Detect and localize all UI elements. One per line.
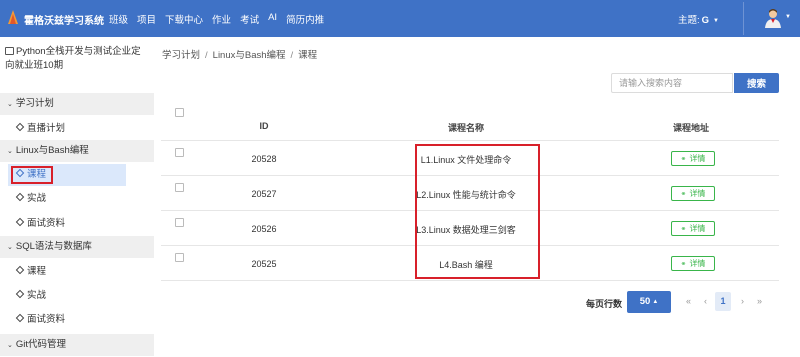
diamond-icon [15,289,25,299]
table-header: ID 课程名称 课程地址 [161,105,779,141]
nav-item-class[interactable]: 班级 [109,12,128,26]
chevron-down-icon: ⌄ [7,148,13,155]
theme-label: 主题: [678,15,700,26]
next-page-button[interactable]: › [741,296,744,306]
sidebar-item-linux-practice[interactable]: 实战 [0,188,154,210]
row-checkbox[interactable] [175,183,184,192]
detail-button[interactable]: ⚭ 详情 [671,151,715,166]
nav-item-homework[interactable]: 作业 [212,12,231,26]
last-page-button[interactable]: » [757,296,762,306]
breadcrumb-item: 课程 [298,50,318,61]
breadcrumb-item[interactable]: 学习计划 [162,50,200,61]
nav-item-exam[interactable]: 考试 [240,12,259,26]
rows-per-page-label: 每页行数 [586,299,623,309]
column-header-name: 课程名称 [447,123,484,133]
avatar[interactable] [764,8,782,28]
theme-value: G [701,15,710,26]
detail-button[interactable]: ⚭ 详情 [671,221,715,236]
nav-item-project[interactable]: 项目 [137,12,156,26]
row-checkbox[interactable] [175,218,184,227]
chevron-down-icon: ⌄ [7,244,13,251]
link-icon: ⚭ [680,261,687,268]
sidebar-item-live-plan[interactable]: 直播计划 [0,118,154,140]
detail-button[interactable]: ⚭ 详情 [671,186,715,201]
diamond-icon [15,122,25,132]
search-button[interactable]: 搜索 [734,73,779,93]
current-page-button[interactable]: 1 [715,292,731,311]
row-checkbox[interactable] [175,253,184,262]
column-header-id: ID [259,121,269,131]
column-header-address: 课程地址 [672,123,709,133]
rows-per-page-select[interactable]: 50 ▲ [627,291,671,313]
row-checkbox[interactable] [175,148,184,157]
row-id: 20525 [251,259,277,269]
diamond-icon [15,192,25,202]
chevron-up-icon: ▲ [652,299,659,305]
breadcrumb-item[interactable]: Linux与Bash编程 [213,50,286,61]
sidebar-item-linux-interview[interactable]: 面试资料 [0,213,154,235]
sidebar-item-sql-course[interactable]: 课程 [0,261,154,283]
first-page-button[interactable]: « [686,296,691,306]
row-id: 20527 [251,189,277,199]
chevron-down-icon: ⌄ [7,101,13,108]
sidebar-item-sql-interview[interactable]: 面试资料 [0,309,154,331]
nav-item-resume[interactable]: 简历内推 [286,12,324,26]
sidebar-group-study-plan[interactable]: ⌄ 学习计划 [0,93,154,115]
user-menu-chevron-icon[interactable]: ▼ [785,14,791,20]
sidebar-group-linux-bash[interactable]: ⌄ Linux与Bash编程 [0,140,154,162]
prev-page-button[interactable]: ‹ [704,296,707,306]
search-input[interactable] [611,73,733,93]
diamond-icon [15,217,25,227]
sidebar-group-sql[interactable]: ⌄ SQL语法与数据库 [0,236,154,258]
link-icon: ⚭ [680,226,687,233]
sidebar-item-sql-practice[interactable]: 实战 [0,285,154,307]
divider [743,2,744,35]
nav-item-ai[interactable]: AI [268,12,277,26]
top-navbar: 霍格沃兹学习系统 班级 项目 下载中心 作业 考试 AI 简历内推 主题: G ▼ … [0,0,800,37]
diamond-icon [15,265,25,275]
brand-name[interactable]: 霍格沃兹学习系统 [24,12,104,27]
link-icon: ⚭ [680,191,687,198]
highlight-annotation [11,166,53,184]
nav-item-download-center[interactable]: 下载中心 [165,12,203,26]
theme-switcher[interactable]: 主题: G ▼ [678,12,719,26]
course-icon [5,47,14,55]
chevron-down-icon: ▼ [713,18,719,24]
row-id: 20528 [251,154,277,164]
logo-icon [8,10,18,24]
course-title[interactable]: Python全栈开发与测试企业定向就业班10期 [5,45,145,73]
course-title-text: Python全栈开发与测试企业定向就业班10期 [5,46,141,71]
breadcrumb: 学习计划 / Linux与Bash编程 / 课程 [162,50,318,61]
main-nav: 班级 项目 下载中心 作业 考试 AI 简历内推 [109,12,324,26]
detail-button[interactable]: ⚭ 详情 [671,256,715,271]
highlight-annotation [415,144,540,279]
diamond-icon [15,313,25,323]
sidebar-group-git[interactable]: ⌄ Git代码管理 [0,334,154,356]
link-icon: ⚭ [680,156,687,163]
row-id: 20526 [251,224,277,234]
select-all-checkbox[interactable] [175,108,184,117]
